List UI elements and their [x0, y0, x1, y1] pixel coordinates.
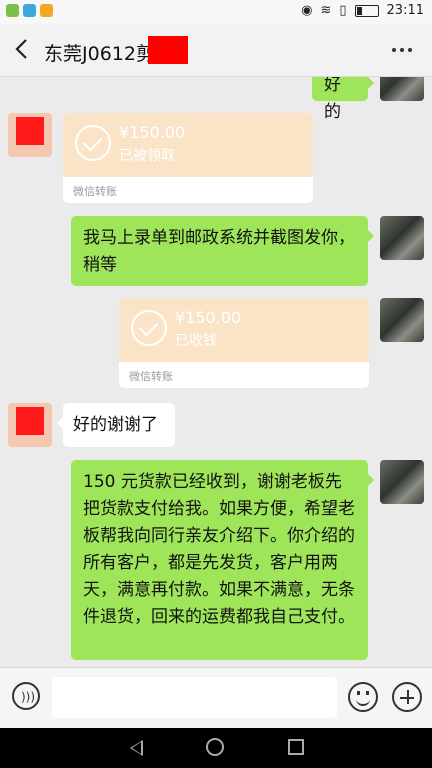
voice-icon[interactable]: ))): [12, 682, 40, 710]
chat-title: 东莞J0612剪: [44, 43, 155, 65]
check-icon: [131, 310, 167, 346]
my-avatar[interactable]: [380, 77, 424, 101]
app-notification-icon: [6, 4, 19, 17]
message-bubble-sent[interactable]: 我马上录单到邮政系统并截图发你，稍等: [71, 216, 374, 286]
transfer-footer: 微信转账: [129, 370, 173, 383]
message-text: 好的: [324, 77, 341, 122]
app-notification-icon: [40, 4, 53, 17]
contact-avatar[interactable]: [8, 403, 52, 447]
my-avatar[interactable]: [380, 460, 424, 504]
transfer-status: 已收钱: [175, 333, 217, 349]
transfer-amount: ¥150.00: [175, 308, 242, 327]
battery-icon: [354, 4, 379, 17]
redaction-block: [148, 36, 188, 64]
sim-icon: ▯: [339, 3, 347, 18]
transfer-card-sent[interactable]: ¥150.00 已收钱 微信转账: [119, 298, 369, 388]
transfer-amount: ¥150.00: [119, 123, 186, 142]
eye-icon: ◉: [301, 3, 313, 18]
message-bubble-received[interactable]: 好的谢谢了: [57, 403, 175, 447]
transfer-card-received[interactable]: ¥150.00 已被领取 微信转账: [63, 113, 313, 203]
clock: 23:11: [386, 3, 424, 18]
message-bubble-sent[interactable]: 150 元货款已经收到，谢谢老板先把货款支付给我。如果方便，希望老板帮我向同行亲…: [71, 460, 374, 660]
nav-back-icon[interactable]: [130, 740, 143, 756]
chat-header: 东莞J0612剪: [0, 24, 432, 77]
nav-home-icon[interactable]: [206, 738, 224, 756]
transfer-status: 已被领取: [119, 148, 175, 164]
my-avatar[interactable]: [380, 216, 424, 260]
emoji-icon[interactable]: [348, 682, 378, 712]
notification-icons: [6, 4, 53, 17]
wifi-icon: ≋: [320, 3, 332, 18]
status-bar: ◉ ≋ ▯ 23:11: [0, 0, 432, 24]
message-input[interactable]: [52, 677, 337, 718]
app-notification-icon: [23, 4, 36, 17]
more-icon[interactable]: [392, 48, 412, 52]
message-text: 我马上录单到邮政系统并截图发你，稍等: [83, 228, 355, 275]
message-bubble-sent[interactable]: 好的: [312, 77, 374, 122]
back-arrow-icon[interactable]: [10, 36, 36, 62]
my-avatar[interactable]: [380, 298, 424, 342]
transfer-footer: 微信转账: [73, 185, 117, 198]
message-text: 150 元货款已经收到，谢谢老板先把货款支付给我。如果方便，希望老板帮我向同行亲…: [83, 472, 355, 627]
check-icon: [75, 125, 111, 161]
input-bar: ))): [0, 667, 432, 728]
nav-recent-icon[interactable]: [288, 739, 304, 755]
system-nav-bar: [0, 728, 432, 768]
contact-avatar[interactable]: [8, 113, 52, 157]
message-text: 好的谢谢了: [73, 415, 158, 435]
plus-icon[interactable]: [392, 682, 422, 712]
chat-area[interactable]: 好的 ¥150.00 已被领取 微信转账 我马上录单到邮政系统并截图发你，稍等 …: [0, 77, 432, 667]
